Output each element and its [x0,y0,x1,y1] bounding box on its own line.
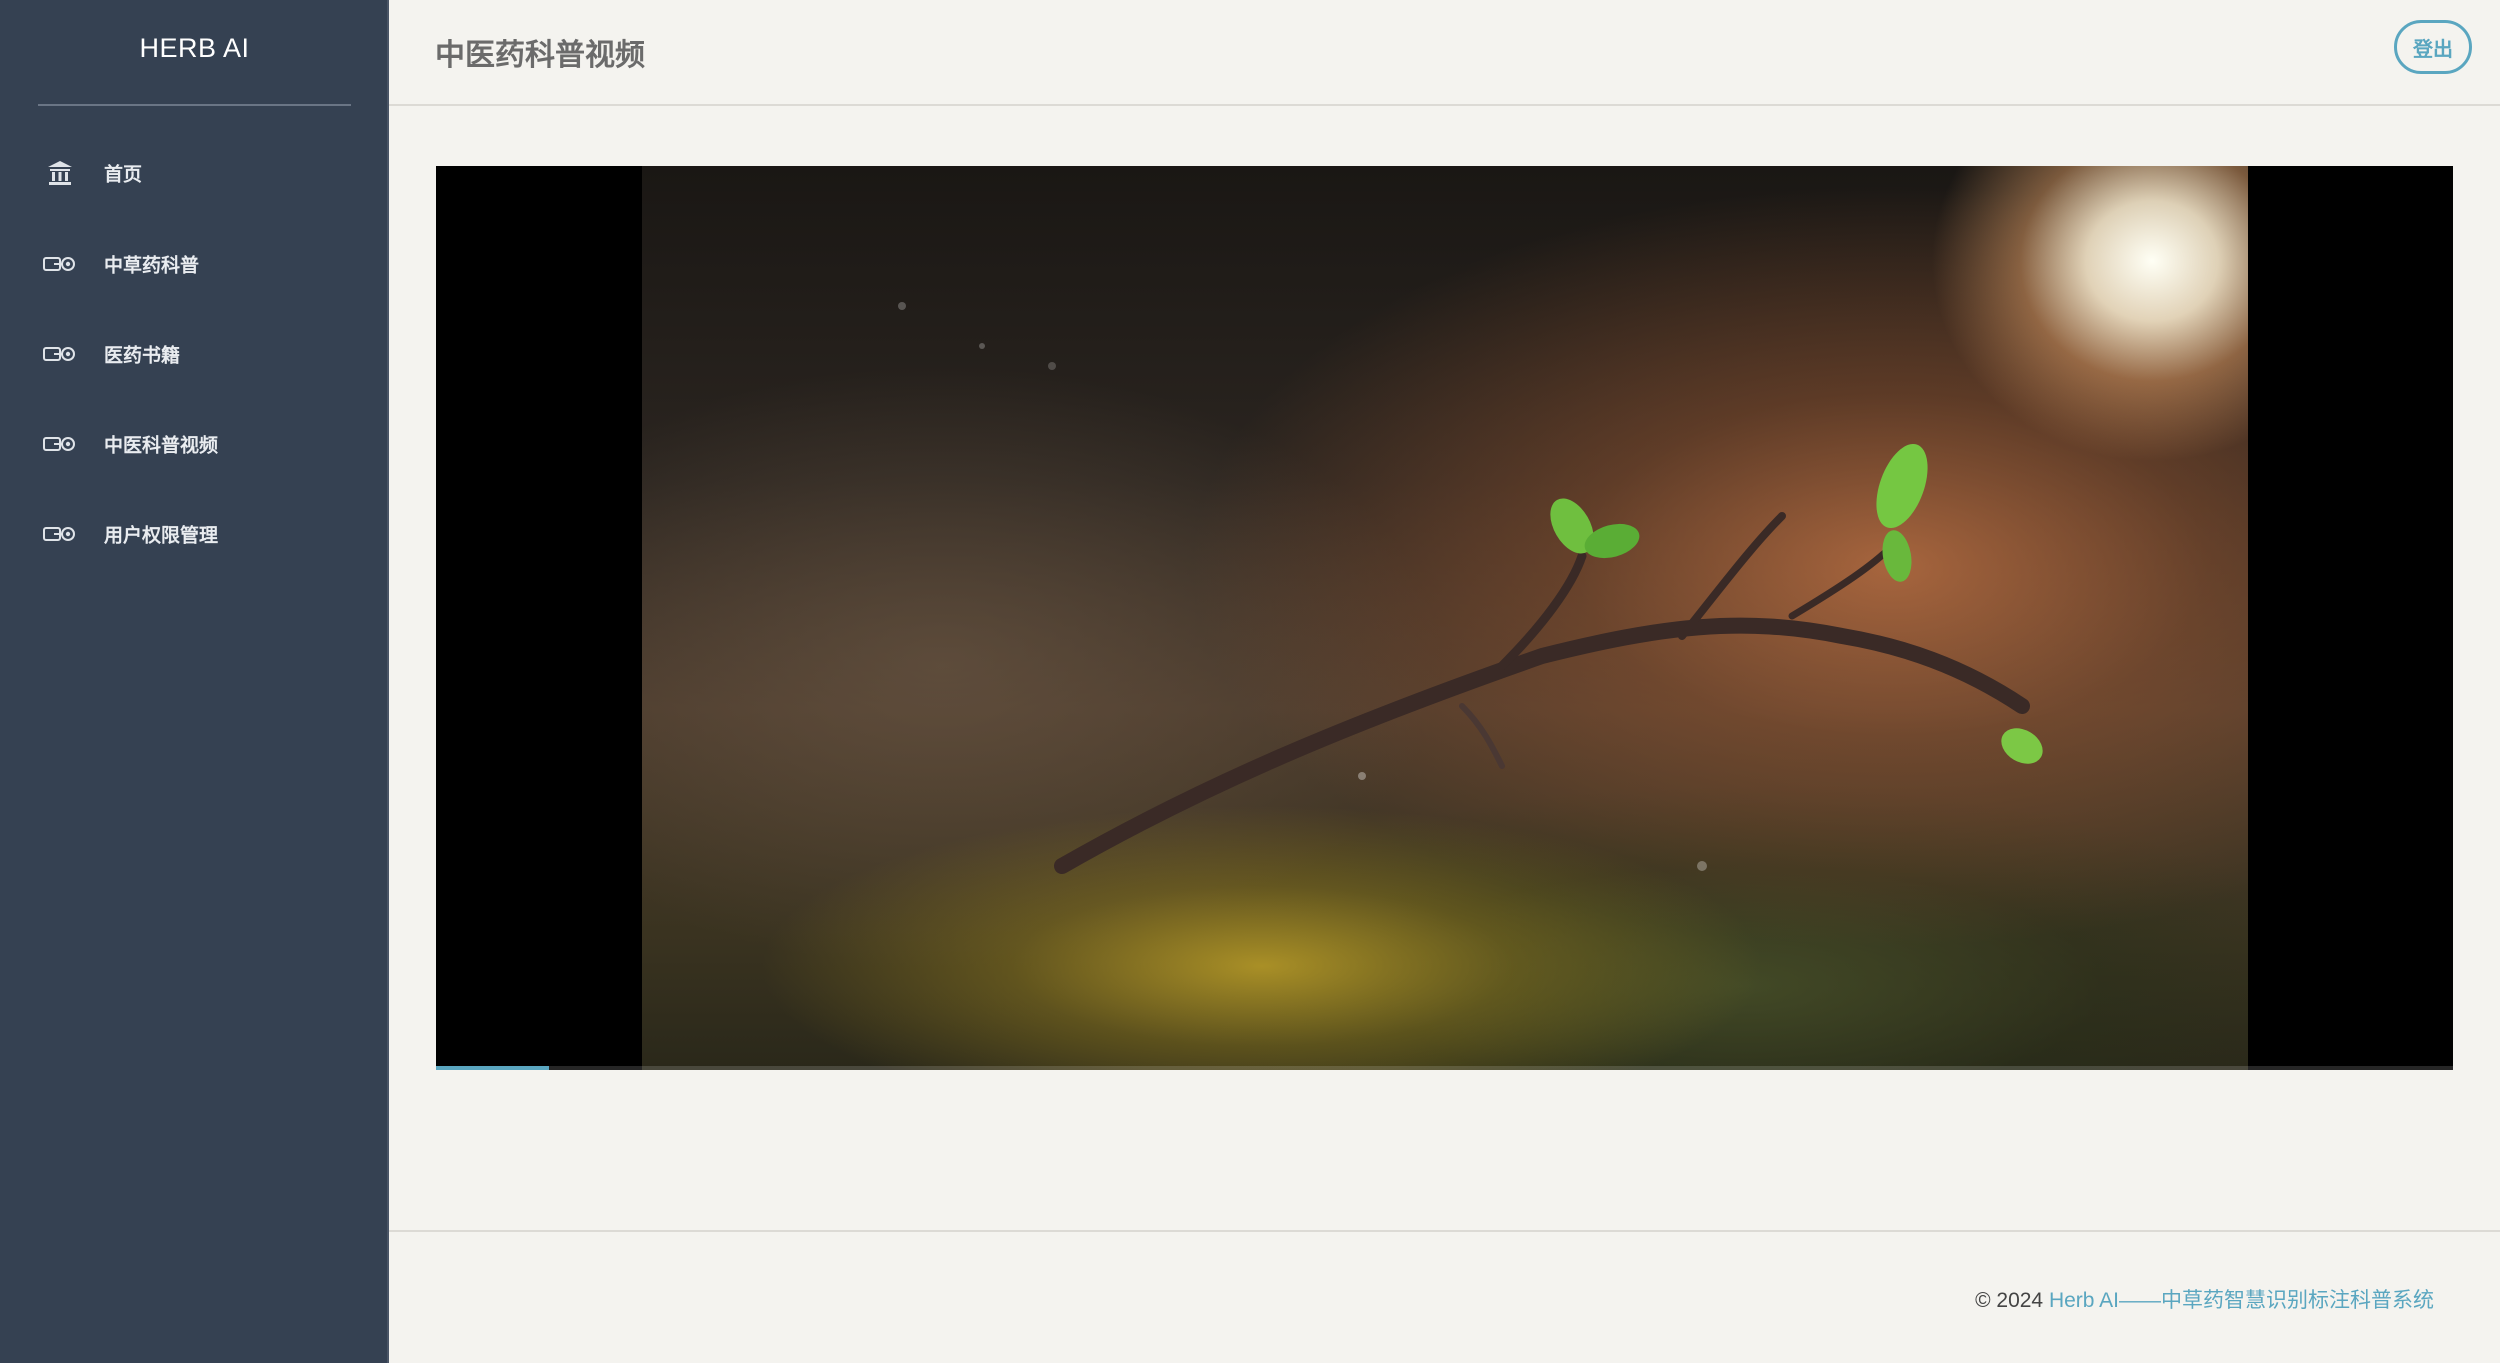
footer: © 2024 Herb AI——中草药智慧识别标注科普系统 [1975,1284,2434,1314]
link-arrow-icon [42,342,78,366]
sidebar-item-user-permissions[interactable]: 用户权限管理 [0,504,389,564]
sidebar-item-label: 中医科普视频 [104,434,219,457]
link-arrow-icon [42,252,78,276]
logout-button[interactable]: 登出 [2394,20,2472,74]
brand-divider [38,104,351,106]
bank-icon [42,161,78,185]
footer-copyright: © 2024 [1975,1289,2044,1312]
sidebar-item-home[interactable]: 首页 [0,143,389,203]
link-arrow-icon [42,432,78,456]
brand-title[interactable]: HERB AI [0,0,389,96]
sidebar-item-medical-books[interactable]: 医药书籍 [0,324,389,384]
video-scene-branch [898,302,2043,874]
footer-link[interactable]: Herb AI——中草药智慧识别标注科普系统 [2049,1289,2434,1312]
video-progress-fill [436,1066,549,1070]
app-root: HERB AI 首页 中草药科普 医药书籍 中医科普视频 用户权限管理 中医药科… [0,0,2500,1363]
video-progress-bar[interactable] [436,1066,2453,1070]
sidebar-item-label: 用户权限管理 [104,524,219,547]
sidebar: HERB AI 首页 中草药科普 医药书籍 中医科普视频 用户权限管理 [0,0,389,1363]
top-header: 中医药科普视频 登出 [389,0,2500,106]
sidebar-item-tcm-videos[interactable]: 中医科普视频 [0,414,389,474]
link-arrow-icon [42,522,78,546]
sidebar-item-herb-science[interactable]: 中草药科普 [0,234,389,294]
sidebar-item-label: 医药书籍 [104,344,181,367]
sidebar-item-label: 首页 [104,163,143,186]
sidebar-item-label: 中草药科普 [104,254,200,277]
video-player[interactable] [436,166,2453,1070]
page-title: 中医药科普视频 [435,38,645,73]
footer-divider [389,1230,2500,1232]
